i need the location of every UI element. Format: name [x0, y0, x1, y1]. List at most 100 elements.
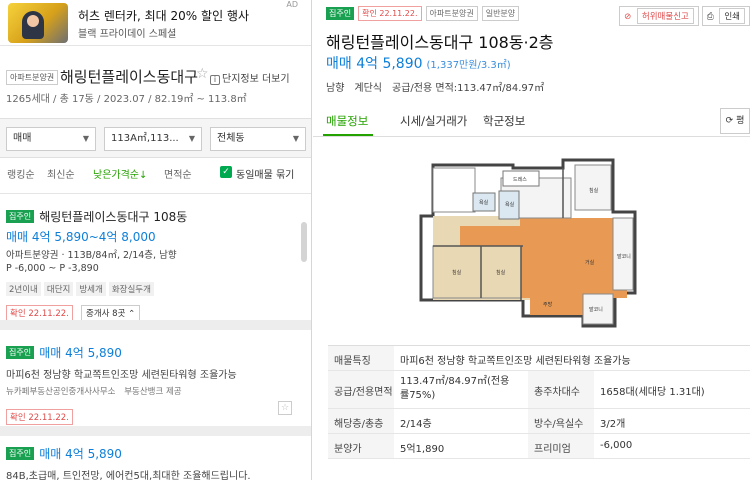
floor-plan[interactable]: 드레스 욕실 욕실 침실 침실 침실 거실 발코니 주방 발코니 [313, 138, 750, 340]
broker-count-button[interactable]: 중개사 8곳 ⌃ [81, 305, 141, 321]
listing-title[interactable]: 해링턴플레이스동대구 108동 [39, 210, 187, 224]
ad-banner[interactable]: 허츠 렌터카, 최대 20% 할인 행사 블랙 프라이데이 스페셜 AD [0, 0, 311, 46]
building-type-tag: 아파트분양권 [6, 70, 59, 85]
same-listing-label: 동일매물 묶기 [236, 170, 295, 181]
area-unit-toggle[interactable]: ⟳ 평 [720, 108, 750, 134]
table-header-cell: 공급/전용면적 [328, 371, 394, 408]
table-cell: -6,000 [600, 440, 633, 451]
floor-plan-label: 거실 [585, 259, 595, 266]
ad-title[interactable]: 허츠 렌터카, 최대 20% 할인 행사 [78, 7, 249, 24]
sort-area[interactable]: 면적순 [164, 166, 192, 181]
report-button[interactable]: ⊘ 허위매물신고 [619, 6, 699, 26]
table-cell: 113.47㎡/84.97㎡(전용률75%) [400, 376, 510, 401]
table-cell: 5억1,890 [400, 444, 445, 455]
listing-description: 84B,초급매, 트인전망, 에어컨5대,최대한 조율해드립니다. [6, 471, 251, 480]
area-unit-label: 평 [736, 116, 745, 126]
star-icon[interactable]: ☆ [278, 401, 292, 415]
tag-chip: 2년이내 [6, 282, 41, 296]
table-row: 해당층/총층 2/14층 방수/욕실수 3/2개 [328, 409, 750, 434]
checkbox-icon[interactable]: ✓ [220, 166, 232, 178]
listing-panel: 허츠 렌터카, 최대 20% 할인 행사 블랙 프라이데이 스페셜 AD 아파트… [0, 0, 312, 480]
floor-plan-label: 드레스 [513, 176, 527, 183]
floor-plan-label: 발코니 [617, 253, 631, 260]
table-row: 분양가 5억1,890 프리미엄 -6,000 [328, 434, 750, 459]
chevron-down-icon: ▼ [82, 134, 89, 143]
floor-plan-label: 주방 [543, 301, 553, 308]
building-summary: 1265세대 / 총 17동 / 2023.07 / 82.19㎡ ~ 113.… [6, 94, 247, 105]
print-button[interactable]: ⎙ 인쇄 [701, 6, 750, 26]
sort-low-price[interactable]: 낮은가격순↓ [93, 166, 147, 181]
table-cell: 3/2개 [600, 419, 626, 430]
filter-bar: 매매 ▼ 113A㎡,113... ▼ 전체동 ▼ [0, 118, 311, 158]
detail-price-per-area: (1,337만원/3.3㎡) [426, 60, 511, 71]
floor-plan-label: 욕실 [505, 201, 515, 208]
floor-plan-label: 침실 [496, 269, 506, 276]
table-cell: 마피6천 정남향 학교쪽트인조망 세련된타워형 조율가능 [400, 356, 631, 367]
floor-plan-label: 욕실 [479, 199, 489, 206]
floor-plan-image: 드레스 욕실 욕실 침실 침실 침실 거실 발코니 주방 발코니 [419, 158, 637, 328]
detail-actions: ⊘ 허위매물신고 ⎙ 인쇄 [616, 6, 750, 26]
tag-chip: 방세개 [76, 282, 106, 296]
detail-tabs: 매물정보 시세/실거래가 학군정보 [313, 105, 750, 137]
table-header-cell: 프리미엄 [528, 434, 594, 458]
table-header-cell: 분양가 [328, 434, 394, 458]
listing-price[interactable]: 매매 4억 5,890 [39, 346, 122, 360]
listing-price: 매매 4억 5,890~4억 8,000 [6, 230, 156, 244]
owner-badge: 집주인 [326, 7, 355, 20]
tag-chip: 대단지 [43, 282, 74, 296]
report-label: 허위매물신고 [636, 8, 694, 24]
structure: 계단식 [354, 83, 383, 94]
ad-marker: AD [286, 0, 298, 9]
scrollbar[interactable] [301, 222, 307, 262]
table-header-cell: 방수/욕실수 [528, 409, 594, 433]
tab-school-info[interactable]: 학군정보 [483, 113, 525, 129]
confirm-badge: 확인 22.11.22. [6, 409, 73, 425]
dong-select[interactable]: 전체동 ▼ [210, 127, 306, 151]
sort-ranking[interactable]: 랭킹순 [7, 166, 35, 181]
detail-badges: 집주인 확인 22.11.22. 아파트분양권 일반분양 [326, 6, 523, 21]
divider [0, 426, 311, 436]
sort-bar: 랭킹순 최신순 낮은가격순↓ 면적순 ✓ 동일매물 묶기 [0, 166, 311, 184]
tab-price-history[interactable]: 시세/실거래가 [400, 113, 467, 129]
detail-title: 해링턴플레이스동대구 108동·2층 [326, 33, 554, 52]
table-cell: 2/14층 [400, 419, 432, 430]
active-tab-indicator [323, 134, 373, 136]
table-header-cell: 매물특징 [328, 346, 394, 370]
divider [0, 320, 311, 330]
info-icon: i [210, 75, 220, 85]
star-icon[interactable]: ☆ [196, 66, 209, 82]
broker-name: 뉴카페부동산공인중개사사무소 [6, 387, 116, 397]
table-row: 공급/전용면적 113.47㎡/84.97㎡(전용률75%) 총주차대수 165… [328, 371, 750, 409]
area-value: 113A㎡,113... [111, 133, 179, 144]
complex-detail-button[interactable]: i 단지정보 더보기 [210, 70, 290, 85]
complex-detail-label: 단지정보 더보기 [222, 74, 290, 85]
building-name: 해링턴플레이스동대구 [60, 68, 199, 86]
list-item[interactable]: 집주인 매매 4억 5,890 마피6천 정남향 학교쪽트인조망 세련된타워형 … [6, 342, 306, 425]
tag-chip: 화장실두개 [108, 282, 154, 296]
sale-type-badge: 일반분양 [481, 6, 520, 21]
listing-info-table: 매물특징 마피6천 정남향 학교쪽트인조망 세련된타워형 조율가능 공급/전용면… [328, 345, 750, 459]
dong-value: 전체동 [217, 133, 245, 144]
listing-meta: 아파트분양권 · 113B/84㎡, 2/14층, 남향 [6, 250, 177, 261]
detail-meta: 남향 계단식 공급/전용 면적:113.47㎡/84.97㎡ [326, 79, 554, 94]
detail-price-row: 매매 4억 5,890 (1,337만원/3.3㎡) [326, 53, 511, 73]
list-item[interactable]: 집주인 해링턴플레이스동대구 108동 매매 4억 5,890~4억 8,000… [6, 206, 306, 321]
ad-subtitle: 블랙 프라이데이 스페셜 [78, 29, 177, 40]
chevron-down-icon: ▼ [188, 134, 195, 143]
list-item[interactable]: 집주인 매매 4억 5,890 84B,초급매, 트인전망, 에어컨5대,최대한… [6, 443, 306, 480]
floor-plan-label: 발코니 [589, 306, 603, 313]
floor-plan-label: 침실 [589, 187, 599, 194]
listing-tags: 2년이내 대단지 방세개 화장실두개 [6, 277, 306, 296]
sort-latest[interactable]: 최신순 [47, 166, 75, 181]
trade-type-value: 매매 [13, 133, 32, 144]
chevron-down-icon: ▼ [292, 134, 299, 143]
area-select[interactable]: 113A㎡,113... ▼ [104, 127, 202, 151]
area-info: 공급/전용 면적:113.47㎡/84.97㎡ [392, 83, 545, 94]
print-label: 인쇄 [719, 8, 745, 24]
confirm-badge: 확인 22.11.22. [6, 305, 73, 321]
trade-type-select[interactable]: 매매 ▼ [6, 127, 96, 151]
tab-listing-info[interactable]: 매물정보 [326, 113, 368, 129]
table-header-cell: 총주차대수 [528, 371, 594, 408]
table-row: 매물특징 마피6천 정남향 학교쪽트인조망 세련된타워형 조율가능 [328, 346, 750, 371]
listing-price[interactable]: 매매 4억 5,890 [39, 447, 122, 461]
